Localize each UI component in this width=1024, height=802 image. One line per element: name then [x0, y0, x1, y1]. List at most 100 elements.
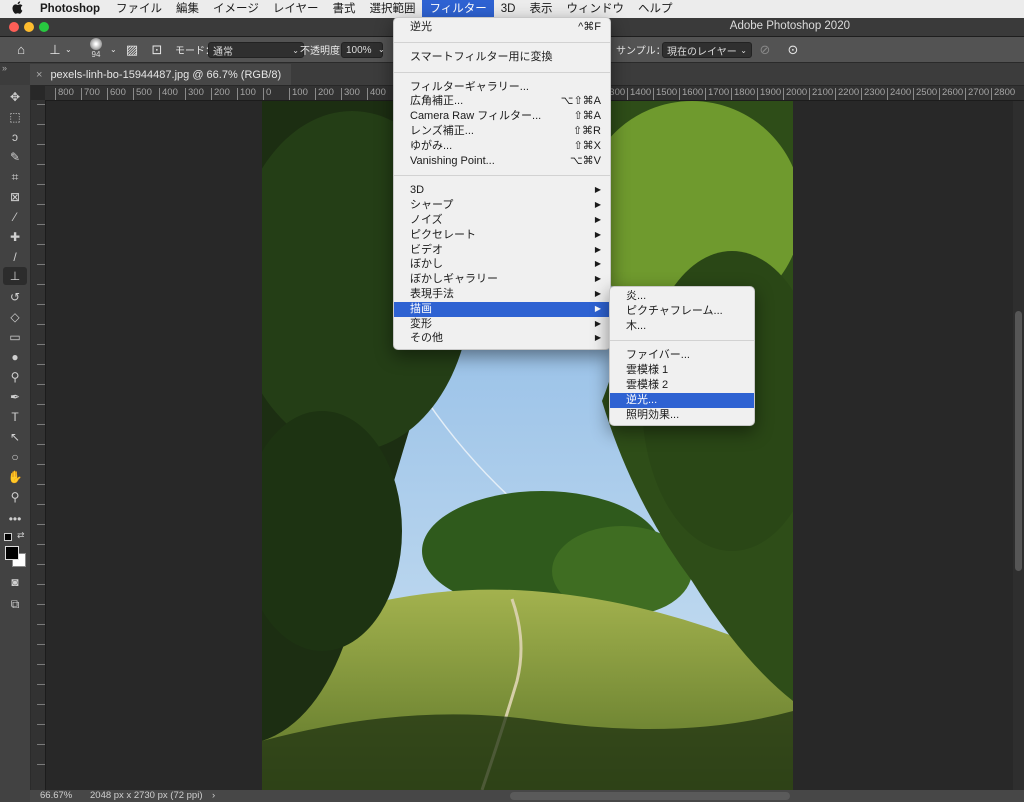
pressure-opacity-icon[interactable]: ⊙ [784, 41, 802, 58]
filter-menu-item[interactable]: Camera Raw フィルター... ⇧⌘A [394, 109, 610, 124]
filter-menu-item[interactable]: 逆光 ^⌘F [394, 20, 610, 35]
filter-menu-item[interactable]: ビデオ ▶ [394, 243, 610, 258]
filter-menu-item[interactable]: 広角補正... ⌥⇧⌘A [394, 94, 610, 109]
ruler-tick: 0 [263, 88, 271, 100]
filter-menu-item[interactable]: 描画 ▶ [394, 301, 610, 317]
ruler-mark [37, 144, 45, 145]
filter-menu-item[interactable]: 3D ▶ [394, 183, 610, 198]
filter-menu-item[interactable]: フィルターギャラリー... [394, 80, 610, 95]
move-tool-icon[interactable]: ✥ [3, 88, 27, 106]
sample-select[interactable]: 現在のレイヤー ⌄ [662, 42, 752, 58]
ignore-adjustment-layers-icon[interactable]: ⊘ [756, 41, 774, 58]
menu-layer[interactable]: レイヤー [266, 0, 326, 18]
minimize-window-button[interactable] [24, 22, 34, 32]
filter-menu-item[interactable]: Vanishing Point... ⌥⌘V [394, 154, 610, 169]
zoom-tool-icon[interactable]: ⚲ [3, 488, 27, 506]
marquee-tool-icon[interactable]: ⬚ [3, 108, 27, 126]
chevron-down-icon[interactable]: ⌄ [378, 41, 385, 58]
home-icon[interactable]: ⌂ [12, 41, 30, 58]
menu-image[interactable]: イメージ [206, 0, 266, 18]
filter-menu-item[interactable]: ぼかし ▶ [394, 257, 610, 272]
clone-source-icon[interactable]: ⊡ [148, 41, 166, 58]
brush-settings-icon[interactable]: ▨ [123, 41, 141, 58]
mode-select[interactable]: 通常 ⌄ [208, 42, 304, 58]
status-info-arrow[interactable]: › [212, 790, 215, 801]
ruler-mark [37, 304, 45, 305]
filter-menu-item[interactable]: スマートフィルター用に変換 [394, 50, 610, 65]
render-submenu-item[interactable]: 照明効果... [610, 408, 754, 423]
menu-3d[interactable]: 3D [494, 0, 523, 18]
menu-filter[interactable]: フィルター [422, 0, 494, 18]
collapse-panels-icon[interactable]: » [2, 63, 7, 73]
history-brush-tool-icon[interactable]: ↺ [3, 288, 27, 306]
menu-view[interactable]: 表示 [522, 0, 559, 18]
eraser-tool-icon[interactable]: ◇ [3, 308, 27, 326]
menu-type[interactable]: 書式 [325, 0, 362, 18]
filter-menu-item[interactable]: ノイズ ▶ [394, 213, 610, 228]
frame-tool-icon[interactable]: ⊠ [3, 188, 27, 206]
close-tab-icon[interactable]: × [36, 69, 42, 81]
close-window-button[interactable] [9, 22, 19, 32]
type-tool-icon[interactable]: T [3, 408, 27, 426]
menu-select[interactable]: 選択範囲 [362, 0, 422, 18]
filter-menu-item[interactable]: ピクセレート ▶ [394, 228, 610, 243]
blur-tool-icon[interactable]: ● [3, 348, 27, 366]
clone-stamp-tool-icon[interactable]: ⊥ [3, 267, 27, 285]
filter-menu-item[interactable]: ゆがみ... ⇧⌘X [394, 139, 610, 154]
render-submenu-item[interactable]: ピクチャフレーム... [610, 304, 754, 319]
pen-tool-icon[interactable]: ✒ [3, 388, 27, 406]
submenu-arrow-icon: ▶ [594, 259, 601, 269]
quick-mask-icon[interactable]: ◙ [3, 573, 27, 591]
lasso-tool-icon[interactable]: ↄ [3, 128, 27, 146]
menu-edit[interactable]: 編集 [169, 0, 206, 18]
menu-window[interactable]: ウィンドウ [559, 0, 631, 18]
document-tab[interactable]: × pexels-linh-bo-15944487.jpg @ 66.7% (R… [30, 64, 292, 85]
zoom-window-button[interactable] [39, 22, 49, 32]
chevron-down-icon[interactable]: ⌄ [65, 41, 72, 58]
filter-menu-item[interactable]: シャープ ▶ [394, 198, 610, 213]
dodge-tool-icon[interactable]: ⚲ [3, 368, 27, 386]
screen-mode-icon[interactable]: ⧉ [3, 595, 27, 613]
path-select-tool-icon[interactable]: ↖ [3, 428, 27, 446]
vertical-scrollbar[interactable] [1013, 101, 1024, 790]
vertical-scroll-thumb[interactable] [1015, 311, 1022, 571]
horizontal-scrollbar[interactable] [510, 792, 790, 800]
filter-menu-item[interactable]: 変形 ▶ [394, 317, 610, 332]
quick-select-tool-icon[interactable]: ✎ [3, 148, 27, 166]
render-submenu-item[interactable]: ファイバー... [610, 348, 754, 363]
opacity-field[interactable]: 100% [341, 42, 383, 58]
render-submenu-item[interactable]: 雲模様 2 [610, 378, 754, 393]
ellipse-tool-icon[interactable]: ○ [3, 448, 27, 466]
render-submenu-item[interactable]: 雲模様 1 [610, 363, 754, 378]
menu-file[interactable]: ファイル [109, 0, 169, 18]
chevron-down-icon[interactable]: ⌄ [110, 41, 117, 58]
menu-separator [610, 340, 754, 342]
zoom-level[interactable]: 66.67% [40, 790, 72, 801]
filter-menu-item[interactable]: ぼかしギャラリー ▶ [394, 272, 610, 287]
filter-menu-item[interactable]: 表現手法 ▶ [394, 287, 610, 302]
swap-colors-icon[interactable]: ⇄ [17, 530, 25, 541]
brush-tool-icon[interactable]: / [3, 248, 27, 266]
healing-brush-tool-icon[interactable]: ✚ [3, 228, 27, 246]
default-colors-icon[interactable] [4, 533, 12, 541]
brush-preset-picker[interactable]: 94 [84, 38, 108, 60]
clone-stamp-preset-icon[interactable]: ⊥ [46, 41, 64, 58]
filter-menu-item[interactable]: その他 ▶ [394, 331, 610, 346]
ruler-mark [37, 384, 45, 385]
ruler-tick: 200 [211, 88, 230, 100]
render-submenu-item[interactable]: 逆光... [610, 392, 754, 408]
menu-app-photoshop[interactable]: Photoshop [34, 0, 109, 18]
gradient-tool-icon[interactable]: ▭ [3, 328, 27, 346]
filter-menu-item[interactable]: レンズ補正... ⇧⌘R [394, 124, 610, 139]
eyedropper-tool-icon[interactable]: ⁄ [3, 208, 27, 226]
hand-tool-icon[interactable]: ✋ [3, 468, 27, 486]
render-submenu-item[interactable]: 炎... [610, 289, 754, 304]
edit-toolbar-icon[interactable]: ••• [3, 510, 27, 528]
foreground-color-swatch[interactable] [5, 546, 19, 560]
crop-tool-icon[interactable]: ⌗ [3, 168, 27, 186]
render-submenu-item-label: 雲模様 1 [626, 364, 669, 377]
vertical-ruler[interactable] [31, 100, 46, 790]
render-submenu-item[interactable]: 木... [610, 319, 754, 334]
menu-help[interactable]: ヘルプ [631, 0, 680, 18]
apple-icon[interactable] [0, 1, 34, 17]
